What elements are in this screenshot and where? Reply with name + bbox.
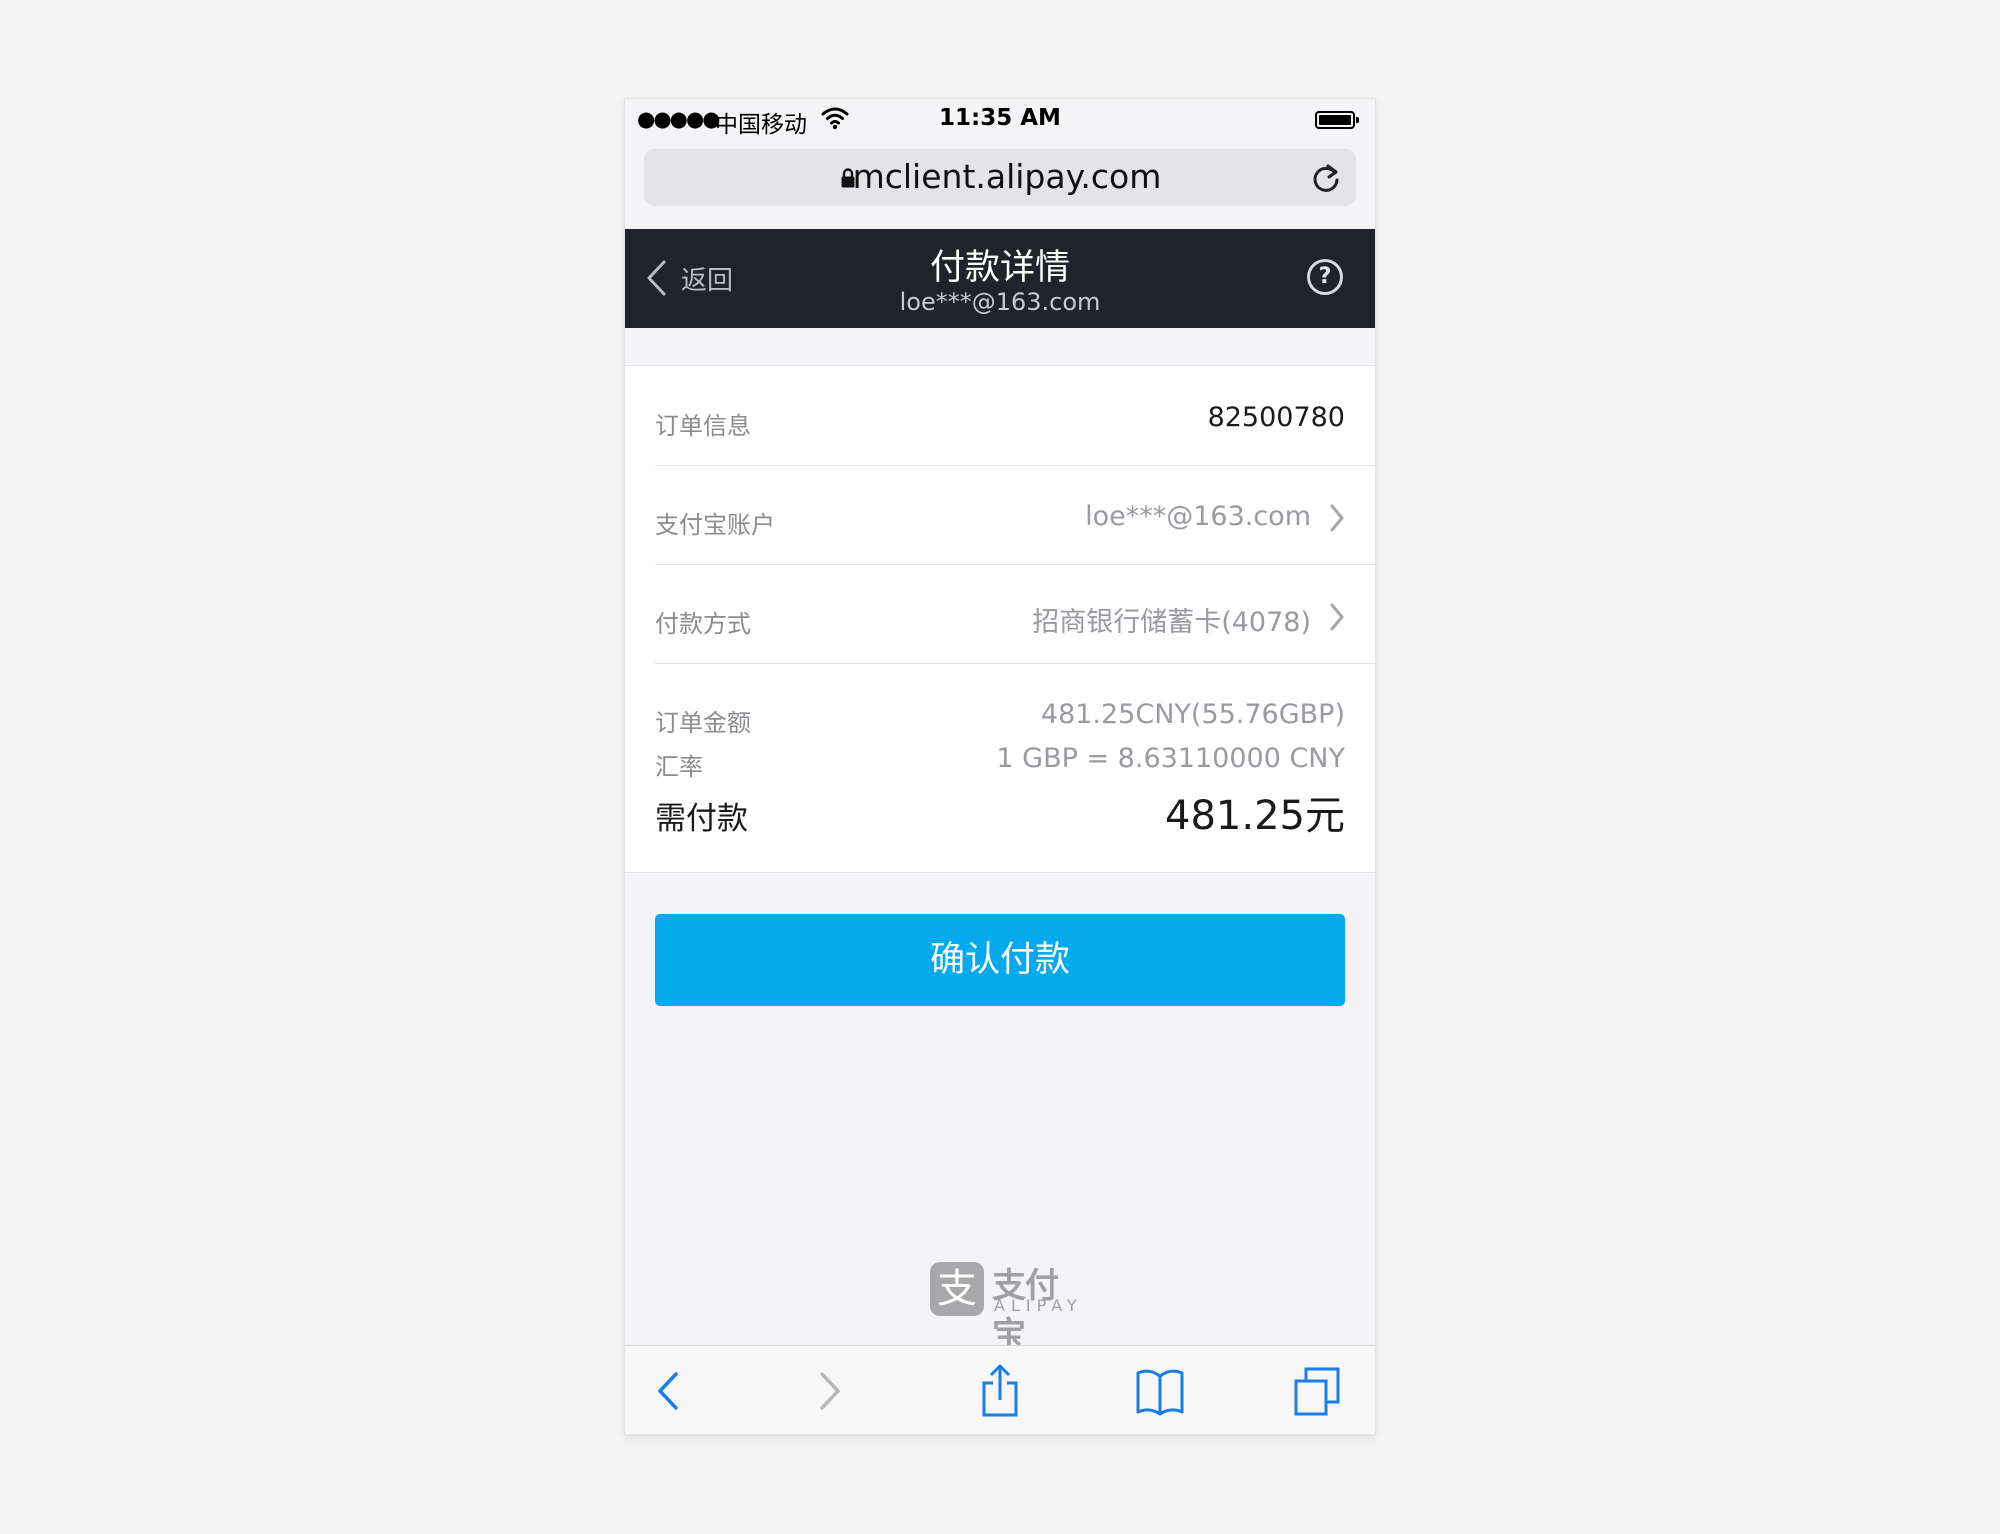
reload-icon[interactable]: [1310, 161, 1342, 195]
total-due-value: 481.25元: [1165, 793, 1345, 839]
status-bar: ●●●●● 中国移动 11:35 AM: [625, 99, 1375, 143]
phone-screen: ●●●●● 中国移动 11:35 AM mclient.alipay.com 返…: [625, 99, 1375, 1434]
pay-method-label: 付款方式: [655, 610, 751, 638]
status-time: 11:35 AM: [939, 105, 1061, 131]
battery-icon: [1315, 111, 1359, 129]
order-info-row: 订单信息 82500780: [655, 366, 1345, 465]
payment-details-card: 订单信息 82500780 支付宝账户 loe***@163.com 付款方式 …: [625, 365, 1375, 873]
share-icon[interactable]: [975, 1364, 1025, 1418]
page-header: 返回 付款详情 loe***@163.com ?: [625, 229, 1375, 328]
help-icon[interactable]: ?: [1307, 259, 1343, 295]
exchange-rate-value: 1 GBP = 8.63110000 CNY: [996, 743, 1345, 774]
alipay-logo-mark: 支: [930, 1262, 984, 1316]
address-bar[interactable]: mclient.alipay.com: [644, 149, 1356, 206]
amount-summary: 订单金额 481.25CNY(55.76GBP) 汇率 1 GBP = 8.63…: [655, 663, 1345, 839]
order-amount-label: 订单金额: [655, 709, 751, 737]
browser-toolbar: [625, 1345, 1375, 1434]
order-info-label: 订单信息: [655, 412, 751, 440]
account-value: loe***@163.com: [1085, 501, 1311, 532]
confirm-payment-button[interactable]: 确认付款: [655, 914, 1345, 1006]
exchange-rate-label: 汇率: [655, 753, 703, 781]
order-info-value: 82500780: [1207, 402, 1345, 433]
account-row[interactable]: 支付宝账户 loe***@163.com: [655, 465, 1345, 564]
pay-method-value: 招商银行储蓄卡(4078): [1032, 607, 1311, 638]
account-label: 支付宝账户: [655, 511, 775, 539]
chevron-right-icon: [1330, 504, 1344, 532]
url-text: mclient.alipay.com: [852, 157, 1162, 196]
pay-method-row[interactable]: 付款方式 招商银行储蓄卡(4078): [655, 564, 1345, 663]
chevron-right-icon: [1330, 603, 1344, 631]
page-title: 付款详情: [929, 248, 1070, 288]
bookmarks-icon[interactable]: [1135, 1364, 1185, 1418]
order-amount-value: 481.25CNY(55.76GBP): [1040, 699, 1345, 730]
forward-icon[interactable]: [803, 1364, 853, 1418]
tabs-icon[interactable]: [1293, 1364, 1343, 1418]
total-due-label: 需付款: [655, 801, 748, 837]
alipay-logo: 支 支付宝 ALIPAY: [930, 1262, 1090, 1355]
page-subtitle: loe***@163.com: [899, 288, 1101, 316]
back-icon[interactable]: [645, 1364, 695, 1418]
alipay-logo-subtext: ALIPAY: [994, 1296, 1083, 1315]
